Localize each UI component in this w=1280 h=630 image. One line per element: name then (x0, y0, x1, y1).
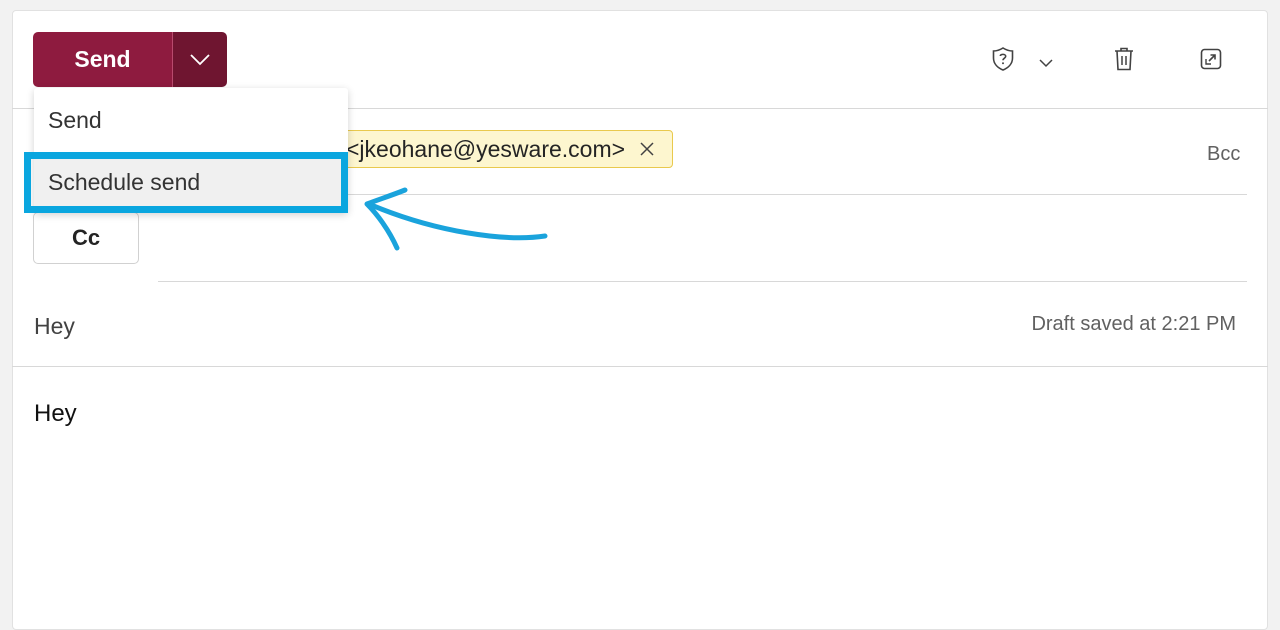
recipient-chip[interactable]: <jkeohane@yesware.com> (333, 130, 673, 168)
message-body[interactable]: Hey (34, 400, 77, 428)
shield-question-icon (992, 47, 1014, 71)
menu-item-send[interactable]: Send (34, 94, 348, 146)
subject-divider (12, 366, 1268, 367)
bcc-button[interactable]: Bcc (1207, 143, 1240, 166)
sensitivity-button[interactable] (990, 46, 1016, 72)
chevron-down-icon (190, 53, 210, 65)
send-options-menu: Send Schedule send (34, 88, 348, 213)
discard-button[interactable] (1111, 46, 1137, 72)
send-button[interactable]: Send (33, 32, 172, 87)
draft-status: Draft saved at 2:21 PM (1031, 313, 1236, 335)
menu-item-schedule-send[interactable]: Schedule send (34, 156, 348, 208)
chevron-down-icon (1039, 59, 1053, 68)
send-split-button: Send (33, 32, 227, 87)
sensitivity-dropdown[interactable] (1033, 50, 1059, 76)
pop-out-button[interactable] (1198, 46, 1224, 72)
subject-input[interactable]: Hey (34, 313, 75, 340)
pop-out-icon (1200, 48, 1222, 70)
cc-button[interactable]: Cc (33, 212, 139, 264)
send-options-button[interactable] (172, 32, 227, 87)
remove-recipient-button[interactable] (639, 141, 655, 157)
trash-icon (1115, 47, 1133, 71)
close-icon (640, 142, 654, 156)
cc-line-divider (158, 281, 1247, 282)
recipient-chip-label: <jkeohane@yesware.com> (346, 135, 626, 162)
